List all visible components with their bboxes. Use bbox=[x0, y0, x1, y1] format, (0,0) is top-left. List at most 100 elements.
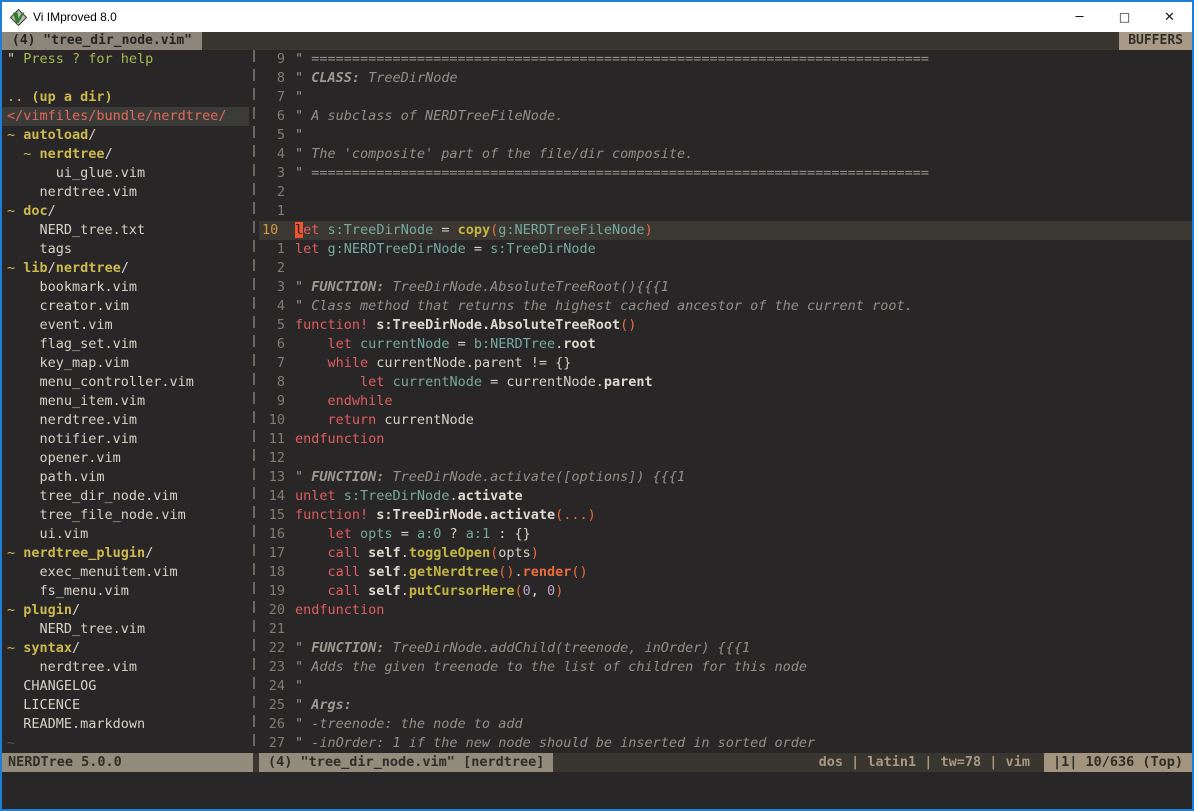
code-token: .. bbox=[7, 89, 31, 105]
code-line[interactable]: 21 bbox=[259, 620, 1192, 639]
tree-item[interactable]: NERD_tree.vim bbox=[2, 620, 249, 639]
code-line[interactable]: 18 call self.getNerdtree().render() bbox=[259, 563, 1192, 582]
tree-item[interactable]: ~ autoload/ bbox=[2, 126, 249, 145]
tree-item[interactable]: CHANGELOG bbox=[2, 677, 249, 696]
code-line[interactable]: 1 bbox=[259, 202, 1192, 221]
tree-item[interactable]: creator.vim bbox=[2, 297, 249, 316]
code-token: lib bbox=[23, 260, 47, 276]
code-line[interactable]: 20endfunction bbox=[259, 601, 1192, 620]
code-line[interactable]: 11endfunction bbox=[259, 430, 1192, 449]
code-line[interactable]: 27" -inOrder: 1 if the new node should b… bbox=[259, 734, 1192, 753]
tree-blank-line[interactable] bbox=[2, 69, 249, 88]
code-content: " FUNCTION: TreeDirNode.AbsoluteTreeRoot… bbox=[295, 278, 1192, 297]
code-token: a:1 bbox=[466, 526, 490, 542]
tree-item[interactable]: nerdtree.vim bbox=[2, 658, 249, 677]
tree-item[interactable]: nerdtree.vim bbox=[2, 183, 249, 202]
tree-item[interactable]: ~ plugin/ bbox=[2, 601, 249, 620]
code-line[interactable]: 3" =====================================… bbox=[259, 164, 1192, 183]
code-line[interactable]: 16 let opts = a:0 ? a:1 : {} bbox=[259, 525, 1192, 544]
tree-item[interactable]: event.vim bbox=[2, 316, 249, 335]
tree-item[interactable]: opener.vim bbox=[2, 449, 249, 468]
window-separator[interactable] bbox=[249, 50, 259, 753]
code-line[interactable]: 26" -treenode: the node to add bbox=[259, 715, 1192, 734]
tree-item[interactable]: key_map.vim bbox=[2, 354, 249, 373]
tree-item[interactable]: " Press ? for help bbox=[2, 50, 249, 69]
tree-item[interactable]: menu_item.vim bbox=[2, 392, 249, 411]
code-content: call self.getNerdtree().render() bbox=[295, 563, 1192, 582]
tree-item[interactable]: LICENCE bbox=[2, 696, 249, 715]
code-line[interactable]: 5function! s:TreeDirNode.AbsoluteTreeRoo… bbox=[259, 316, 1192, 335]
minimize-button[interactable]: ─ bbox=[1057, 2, 1102, 32]
line-number: 3 bbox=[259, 278, 295, 297]
code-line[interactable]: 8" CLASS: TreeDirNode bbox=[259, 69, 1192, 88]
tree-item[interactable]: flag_set.vim bbox=[2, 335, 249, 354]
code-line[interactable]: 6 let currentNode = b:NERDTree.root bbox=[259, 335, 1192, 354]
code-line[interactable]: 9" =====================================… bbox=[259, 50, 1192, 69]
code-line[interactable]: 17 call self.toggleOpen(opts) bbox=[259, 544, 1192, 563]
code-line[interactable]: 4" The 'composite' part of the file/dir … bbox=[259, 145, 1192, 164]
code-line[interactable]: 10let s:TreeDirNode = copy(g:NERDTreeFil… bbox=[259, 221, 1192, 240]
tree-item[interactable]: ~ nerdtree/ bbox=[2, 145, 249, 164]
code-line[interactable]: 23" Adds the given treenode to the list … bbox=[259, 658, 1192, 677]
tree-item[interactable]: ~ doc/ bbox=[2, 202, 249, 221]
code-line[interactable]: 4" Class method that returns the highest… bbox=[259, 297, 1192, 316]
code-line[interactable]: 19 call self.putCursorHere(0, 0) bbox=[259, 582, 1192, 601]
tree-item[interactable]: .. (up a dir) bbox=[2, 88, 249, 107]
code-line[interactable]: 3" FUNCTION: TreeDirNode.AbsoluteTreeRoo… bbox=[259, 278, 1192, 297]
code-line[interactable]: 5" bbox=[259, 126, 1192, 145]
tree-item[interactable]: </vimfiles/bundle/nerdtree/ bbox=[2, 107, 249, 126]
tree-item[interactable]: ui_glue.vim bbox=[2, 164, 249, 183]
code-token: " bbox=[7, 51, 23, 67]
close-button[interactable]: ✕ bbox=[1147, 2, 1192, 32]
vim-window: Vi IMproved 8.0 ─ □ ✕ (4) "tree_dir_node… bbox=[0, 0, 1194, 811]
tree-item[interactable]: exec_menuitem.vim bbox=[2, 563, 249, 582]
tree-item[interactable]: tags bbox=[2, 240, 249, 259]
tree-item[interactable]: tree_file_node.vim bbox=[2, 506, 249, 525]
tree-item[interactable]: ui.vim bbox=[2, 525, 249, 544]
code-token: tree_file_node.vim bbox=[7, 507, 186, 523]
tree-item[interactable]: menu_controller.vim bbox=[2, 373, 249, 392]
code-line[interactable]: 9 endwhile bbox=[259, 392, 1192, 411]
code-token: nerdtree bbox=[40, 146, 105, 162]
code-token: " bbox=[295, 279, 311, 295]
tree-item[interactable]: ~ bbox=[2, 734, 249, 753]
code-line[interactable]: 25" Args: bbox=[259, 696, 1192, 715]
tree-item[interactable]: notifier.vim bbox=[2, 430, 249, 449]
tree-item[interactable]: README.markdown bbox=[2, 715, 249, 734]
code-line[interactable]: 15function! s:TreeDirNode.activate(...) bbox=[259, 506, 1192, 525]
tree-item[interactable]: path.vim bbox=[2, 468, 249, 487]
code-token: LICENCE bbox=[7, 697, 80, 713]
code-line[interactable]: 2 bbox=[259, 183, 1192, 202]
code-line[interactable]: 7" bbox=[259, 88, 1192, 107]
code-line[interactable]: 7 while currentNode.parent != {} bbox=[259, 354, 1192, 373]
code-token: function! bbox=[295, 507, 368, 523]
code-line[interactable]: 13" FUNCTION: TreeDirNode.activate([opti… bbox=[259, 468, 1192, 487]
code-token bbox=[295, 545, 328, 561]
code-line[interactable]: 1let g:NERDTreeDirNode = s:TreeDirNode bbox=[259, 240, 1192, 259]
code-token: Args: bbox=[311, 697, 352, 713]
code-line[interactable]: 10 return currentNode bbox=[259, 411, 1192, 430]
code-line[interactable]: 22" FUNCTION: TreeDirNode.addChild(treen… bbox=[259, 639, 1192, 658]
tree-item[interactable]: ~ syntax/ bbox=[2, 639, 249, 658]
code-line[interactable]: 8 let currentNode = currentNode.parent bbox=[259, 373, 1192, 392]
line-number: 1 bbox=[259, 240, 295, 259]
code-line[interactable]: 24" bbox=[259, 677, 1192, 696]
code-line[interactable]: 12 bbox=[259, 449, 1192, 468]
code-token: autoload bbox=[23, 127, 88, 143]
code-content: call self.toggleOpen(opts) bbox=[295, 544, 1192, 563]
tree-item[interactable]: tree_dir_node.vim bbox=[2, 487, 249, 506]
tree-item[interactable]: ~ nerdtree_plugin/ bbox=[2, 544, 249, 563]
maximize-button[interactable]: □ bbox=[1102, 2, 1147, 32]
tree-item[interactable]: nerdtree.vim bbox=[2, 411, 249, 430]
tab-active[interactable]: (4) "tree_dir_node.vim" bbox=[2, 32, 202, 50]
tree-item[interactable]: bookmark.vim bbox=[2, 278, 249, 297]
code-line[interactable]: 2 bbox=[259, 259, 1192, 278]
code-line[interactable]: 14unlet s:TreeDirNode.activate bbox=[259, 487, 1192, 506]
tree-item[interactable]: NERD_tree.txt bbox=[2, 221, 249, 240]
tree-item[interactable]: fs_menu.vim bbox=[2, 582, 249, 601]
tree-item[interactable]: ~ lib/nerdtree/ bbox=[2, 259, 249, 278]
buffers-label[interactable]: BUFFERS bbox=[1119, 32, 1192, 50]
line-number: 6 bbox=[259, 335, 295, 354]
command-line[interactable] bbox=[2, 772, 1192, 809]
code-line[interactable]: 6" A subclass of NERDTreeFileNode. bbox=[259, 107, 1192, 126]
